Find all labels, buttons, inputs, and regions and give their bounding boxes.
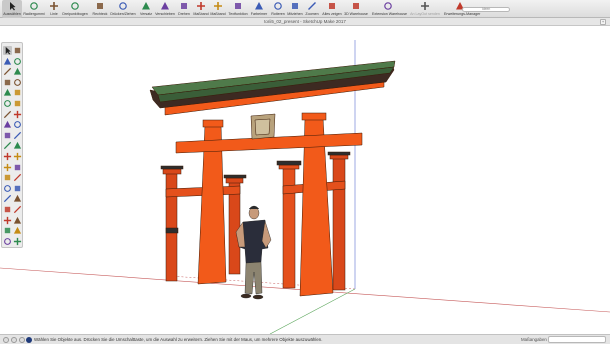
look-around-icon[interactable] bbox=[13, 216, 22, 225]
sketchup-window: Auswählen Radiergummi Linie Dreipunktbogen R… bbox=[0, 0, 610, 344]
toolbar-tool-layout[interactable]: An LayOut senden bbox=[410, 0, 440, 18]
text-icon bbox=[233, 1, 243, 11]
pan-icon[interactable] bbox=[13, 184, 22, 193]
status-message: Wählen Sie Objekte aus. Drücken Sie die … bbox=[34, 337, 323, 342]
measurements-input[interactable] bbox=[548, 336, 606, 343]
title-bar: torii5_02_present - SketchUp Make 2017 + bbox=[0, 18, 610, 26]
zoom-extents-icon bbox=[327, 1, 337, 11]
help-icon[interactable] bbox=[26, 337, 32, 343]
three-point-arc-icon[interactable] bbox=[3, 110, 12, 119]
rotated-rectangle-icon[interactable] bbox=[13, 78, 22, 87]
tape-measure-icon[interactable] bbox=[3, 152, 12, 161]
axes-icon[interactable] bbox=[3, 173, 12, 182]
eraser-icon bbox=[29, 1, 39, 11]
pie-icon[interactable] bbox=[13, 110, 22, 119]
toolbar-tool-label: Erweiterungs-Manager bbox=[444, 12, 481, 16]
move-icon bbox=[160, 1, 170, 11]
freehand-icon[interactable] bbox=[13, 67, 22, 76]
arc-icon bbox=[70, 1, 80, 11]
3d-text-icon[interactable] bbox=[13, 173, 22, 182]
main-toolbar: Auswählen Radiergummi Linie Dreipunktbogen R… bbox=[0, 0, 610, 18]
offset-icon bbox=[141, 1, 151, 11]
tool-palette bbox=[1, 42, 23, 248]
move-icon[interactable] bbox=[3, 120, 12, 129]
status-bar: Wählen Sie Objekte aus. Drücken Sie die … bbox=[0, 334, 610, 344]
dimension-icon bbox=[213, 1, 223, 11]
rotate-icon bbox=[179, 1, 189, 11]
walk-icon[interactable] bbox=[3, 226, 12, 235]
select-arrow-icon[interactable] bbox=[3, 46, 12, 55]
orbit-icon[interactable] bbox=[3, 184, 12, 193]
paint-bucket-icon[interactable] bbox=[3, 57, 12, 66]
toolbar-tool-label: 3D Warehouse bbox=[344, 12, 368, 16]
eraser-icon[interactable] bbox=[13, 57, 22, 66]
make-component-icon[interactable] bbox=[13, 46, 22, 55]
toolbar-tool-label: Extension Warehouse bbox=[372, 12, 408, 16]
zoom-icon[interactable] bbox=[3, 194, 12, 203]
toolbar-tool-label: An LayOut senden bbox=[410, 12, 440, 16]
line-icon[interactable] bbox=[3, 67, 12, 76]
extension-warehouse-icon bbox=[383, 1, 393, 11]
select-arrow-icon bbox=[7, 1, 17, 11]
toolbar-tool-arc[interactable]: Dreipunktbogen bbox=[62, 0, 88, 18]
orbit-icon bbox=[273, 1, 283, 11]
offset-icon[interactable] bbox=[13, 141, 22, 150]
circle-icon[interactable] bbox=[3, 88, 12, 97]
warehouse-icon bbox=[351, 1, 361, 11]
rotate-icon[interactable] bbox=[3, 131, 12, 140]
person-figure[interactable] bbox=[235, 205, 272, 300]
paint-bucket-icon bbox=[254, 1, 264, 11]
pan-icon bbox=[290, 1, 300, 11]
display-sections-icon[interactable] bbox=[3, 237, 12, 246]
tape-measure-icon bbox=[196, 1, 206, 11]
search-input[interactable]: Ideen bbox=[462, 7, 510, 12]
zoom-window-icon[interactable] bbox=[13, 194, 22, 203]
rectangle-icon bbox=[95, 1, 105, 11]
dimension-icon[interactable] bbox=[13, 152, 22, 161]
polygon-icon[interactable] bbox=[13, 88, 22, 97]
arc-icon[interactable] bbox=[3, 99, 12, 108]
text-icon[interactable] bbox=[13, 163, 22, 172]
zoom-icon bbox=[307, 1, 317, 11]
torii-gate-model[interactable] bbox=[149, 60, 396, 297]
geo-location-icon[interactable] bbox=[3, 337, 9, 343]
section-plane-icon[interactable] bbox=[13, 226, 22, 235]
rectangle-icon[interactable] bbox=[3, 78, 12, 87]
section-cuts-icon[interactable] bbox=[13, 237, 22, 246]
scale-icon[interactable] bbox=[3, 141, 12, 150]
zoom-extents-icon[interactable] bbox=[3, 205, 12, 214]
window-title: torii5_02_present - SketchUp Make 2017 bbox=[264, 19, 346, 24]
green-axis bbox=[269, 288, 356, 334]
follow-me-icon[interactable] bbox=[13, 131, 22, 140]
layout-icon bbox=[420, 1, 430, 11]
toolbar-tool-warehouse[interactable]: 3D Warehouse bbox=[344, 0, 368, 18]
two-point-arc-icon[interactable] bbox=[13, 99, 22, 108]
pencil-line-icon bbox=[49, 1, 59, 11]
measurements-label: Maßangaben bbox=[521, 337, 547, 342]
add-tab-icon[interactable]: + bbox=[600, 19, 606, 25]
model-viewport[interactable] bbox=[0, 27, 610, 334]
protractor-icon[interactable] bbox=[3, 163, 12, 172]
position-camera-icon[interactable] bbox=[3, 216, 12, 225]
toolbar-tool-extension-warehouse[interactable]: Extension Warehouse bbox=[372, 0, 407, 18]
toolbar-tool-zoom-extents[interactable]: Alles zeigen bbox=[322, 0, 342, 18]
push-pull-icon[interactable] bbox=[13, 120, 22, 129]
user-icon[interactable] bbox=[19, 337, 25, 343]
previous-view-icon[interactable] bbox=[13, 205, 22, 214]
push-pull-icon bbox=[118, 1, 128, 11]
credits-icon[interactable] bbox=[11, 337, 17, 343]
